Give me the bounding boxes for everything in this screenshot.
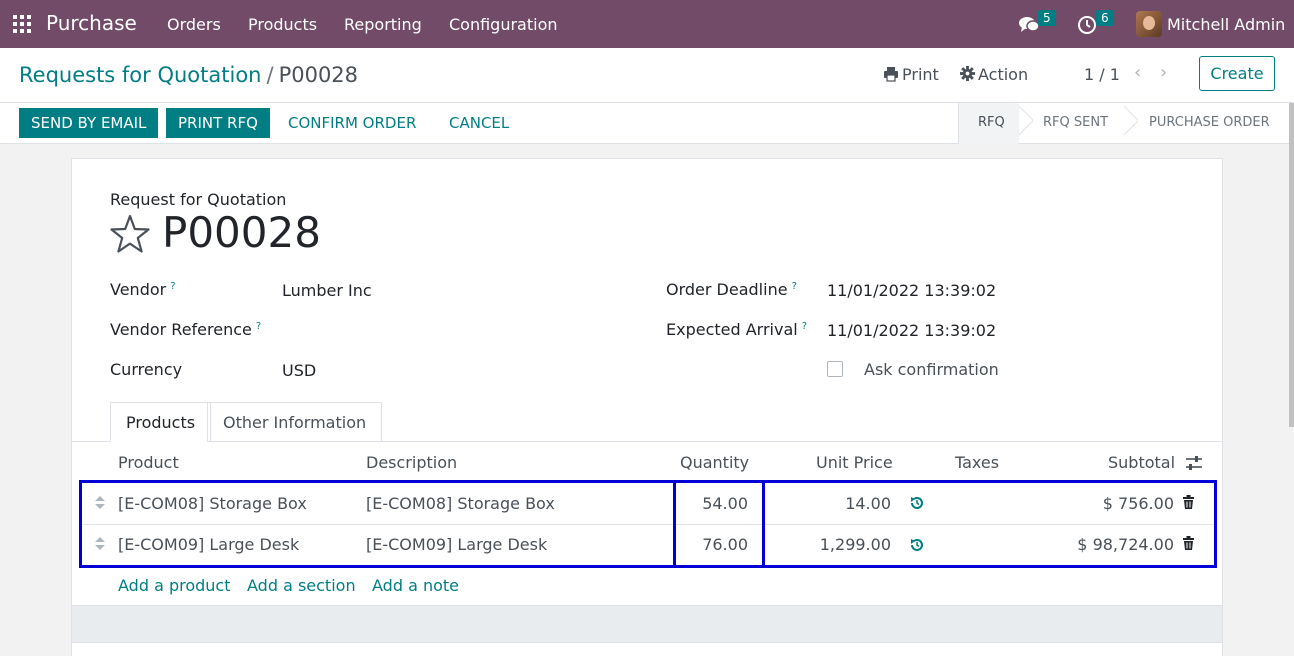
column-quantity[interactable]: Quantity <box>680 453 749 472</box>
form-record-name: P00028 <box>162 208 321 257</box>
help-icon[interactable]: ? <box>802 321 807 332</box>
highlight-quantity-column <box>673 480 765 568</box>
tab-products[interactable]: Products <box>110 402 212 442</box>
vendor-reference-field[interactable] <box>282 321 602 341</box>
breadcrumb-current: P00028 <box>278 63 359 87</box>
user-name[interactable]: Mitchell Admin <box>1167 15 1285 34</box>
expected-arrival-field[interactable]: 11/01/2022 13:39:02 <box>827 321 996 340</box>
chevron-left-icon[interactable]: ‹ <box>1134 62 1141 83</box>
ask-confirmation-label[interactable]: Ask confirmation <box>864 360 999 379</box>
messages-badge: 5 <box>1038 10 1056 26</box>
menu-orders[interactable]: Orders <box>167 15 221 34</box>
stage-rfq-sent[interactable]: RFQ SENT <box>1043 115 1108 130</box>
add-note-link[interactable]: Add a note <box>372 576 459 595</box>
create-button[interactable]: Create <box>1199 56 1275 91</box>
print-button[interactable]: Print <box>902 65 939 84</box>
column-taxes[interactable]: Taxes <box>955 453 999 472</box>
breadcrumb-parent[interactable]: Requests for Quotation <box>19 63 261 87</box>
column-product[interactable]: Product <box>118 453 179 472</box>
vendor-field[interactable]: Lumber Inc <box>282 281 372 300</box>
pager-value[interactable]: 1 / 1 <box>1084 65 1120 84</box>
chat-icon[interactable] <box>1018 15 1040 35</box>
gear-icon[interactable] <box>960 66 975 81</box>
column-unit-price[interactable]: Unit Price <box>816 453 893 472</box>
currency-label: Currency <box>110 360 183 379</box>
menu-products[interactable]: Products <box>248 15 317 34</box>
activities-badge: 6 <box>1096 10 1114 26</box>
star-icon[interactable] <box>108 212 152 256</box>
expected-arrival-label: Expected Arrival? <box>666 320 808 339</box>
stage-arrow <box>1019 103 1033 144</box>
ask-confirmation-checkbox[interactable] <box>827 361 843 377</box>
cancel-button[interactable]: CANCEL <box>437 108 521 138</box>
vendor-reference-label: Vendor Reference? <box>110 320 262 339</box>
menu-configuration[interactable]: Configuration <box>449 15 558 34</box>
help-icon[interactable]: ? <box>256 321 261 332</box>
menu-reporting[interactable]: Reporting <box>344 15 422 34</box>
breadcrumb: Requests for Quotation / P00028 <box>19 63 358 87</box>
clock-icon[interactable] <box>1077 15 1097 35</box>
column-settings-icon[interactable] <box>1185 455 1203 471</box>
avatar[interactable] <box>1136 11 1162 37</box>
form-type-label: Request for Quotation <box>110 190 287 209</box>
status-stages: RFQ RFQ SENT PURCHASE ORDER <box>958 103 1294 144</box>
vendor-label: Vendor? <box>110 280 176 299</box>
chevron-right-icon[interactable]: › <box>1160 62 1167 83</box>
highlight-order-lines <box>79 480 1217 568</box>
stage-purchase-order[interactable]: PURCHASE ORDER <box>1149 115 1270 130</box>
add-product-link[interactable]: Add a product <box>118 576 231 595</box>
apps-grid-icon[interactable] <box>13 15 31 33</box>
print-rfq-button[interactable]: PRINT RFQ <box>166 108 270 138</box>
top-navbar: Purchase Orders Products Reporting Confi… <box>0 0 1294 48</box>
print-icon[interactable] <box>883 66 899 82</box>
confirm-order-button[interactable]: CONFIRM ORDER <box>276 108 428 138</box>
breadcrumb-separator: / <box>266 63 274 87</box>
stage-arrow <box>1124 103 1138 144</box>
action-button[interactable]: Action <box>978 65 1028 84</box>
column-subtotal[interactable]: Subtotal <box>1108 453 1175 472</box>
app-name[interactable]: Purchase <box>46 11 137 35</box>
add-section-link[interactable]: Add a section <box>247 576 356 595</box>
help-icon[interactable]: ? <box>792 281 797 292</box>
help-icon[interactable]: ? <box>170 281 175 292</box>
order-deadline-field[interactable]: 11/01/2022 13:39:02 <box>827 281 996 300</box>
send-by-email-button[interactable]: SEND BY EMAIL <box>19 108 159 138</box>
scrollbar[interactable] <box>1289 103 1294 427</box>
table-footer <box>72 605 1222 643</box>
order-deadline-label: Order Deadline? <box>666 280 797 299</box>
stage-rfq[interactable]: RFQ <box>978 115 1005 130</box>
column-description[interactable]: Description <box>366 453 457 472</box>
currency-field[interactable]: USD <box>282 361 316 380</box>
tab-other-information[interactable]: Other Information <box>207 402 383 442</box>
